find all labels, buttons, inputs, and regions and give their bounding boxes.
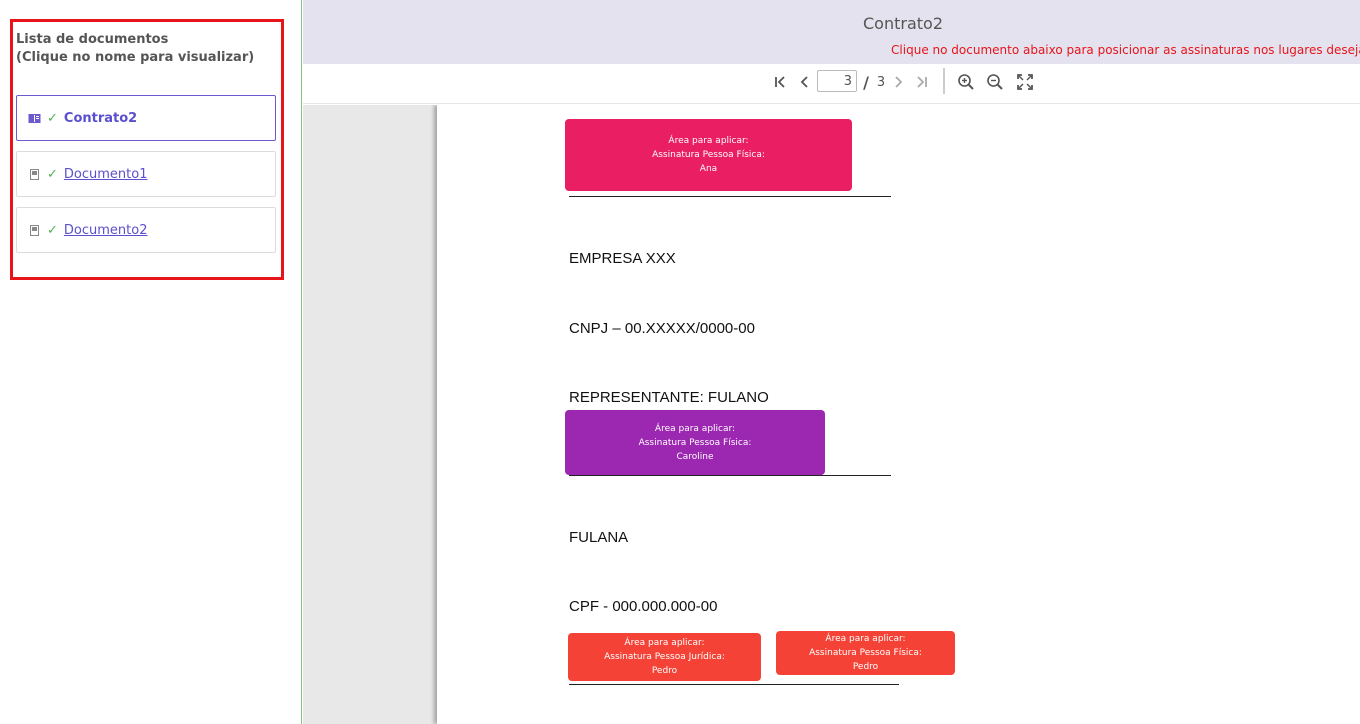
signature-area-signer: Ana (699, 164, 718, 174)
signature-area-type: Assinatura Pessoa Física: (809, 648, 922, 658)
signature-area-label: Área para aplicar: (654, 423, 736, 434)
document-list-hint: (Clique no nome para visualizar) (16, 50, 255, 65)
check-icon: ✓ (47, 222, 58, 238)
document-list-title: Lista de documentos (Clique no nome para… (16, 31, 276, 67)
document-item-label[interactable]: Contrato2 (64, 111, 137, 126)
page-text-line: CPF - 000.000.000-00 (569, 598, 718, 615)
signature-line (569, 684, 899, 685)
zoom-out-icon (987, 74, 1003, 90)
document-item-label[interactable]: Documento2 (64, 223, 148, 238)
signature-area-label: Área para aplicar: (825, 634, 906, 644)
open-book-icon (28, 113, 41, 123)
zoom-in-icon (958, 74, 974, 90)
total-pages: 3 (876, 74, 886, 90)
signature-area-label: Área para aplicar: (668, 136, 749, 146)
document-item-documento1[interactable]: ✓ Documento1 (16, 151, 276, 197)
next-page-button[interactable] (890, 70, 906, 94)
signature-area-pedro-fisica[interactable]: Área para aplicar: Assinatura Pessoa Fís… (776, 631, 955, 675)
signature-line (569, 475, 891, 476)
document-item-documento2[interactable]: ✓ Documento2 (16, 207, 276, 253)
last-page-icon (917, 76, 927, 88)
instruction-text: Clique no documento abaixo para posicion… (891, 43, 1360, 57)
signature-area-caroline[interactable]: Área para aplicar: Assinatura Pessoa Fís… (565, 410, 825, 475)
signature-area-type: Assinatura Pessoa Física: (638, 437, 752, 448)
document-list-panel: Lista de documentos (Clique no nome para… (10, 19, 284, 280)
pdf-page[interactable]: EMPRESA XXX CNPJ – 00.XXXXX/0000-00 REPR… (437, 105, 1360, 724)
signature-area-type: Assinatura Pessoa Jurídica: (604, 652, 725, 662)
zoom-out-button[interactable] (984, 70, 1006, 94)
signature-area-type: Assinatura Pessoa Física: (652, 150, 765, 160)
signature-area-signer: Caroline (676, 451, 714, 462)
document-title: Contrato2 (863, 14, 943, 33)
document-list-heading: Lista de documentos (16, 32, 169, 47)
next-page-icon (895, 76, 903, 88)
document-header: Contrato2 Clique no documento abaixo par… (303, 0, 1360, 64)
previous-page-icon (800, 76, 808, 88)
page-text-line: CNPJ – 00.XXXXX/0000-00 (569, 320, 755, 337)
document-item-label[interactable]: Documento1 (64, 167, 148, 182)
document-item-contrato2[interactable]: ✓ Contrato2 (16, 95, 276, 141)
signature-area-signer: Pedro (651, 666, 678, 676)
signature-line (569, 196, 891, 197)
page-number-input[interactable] (817, 70, 857, 92)
last-page-button[interactable] (911, 70, 931, 94)
page-text-line: REPRESENTANTE: FULANO (569, 389, 769, 406)
fullscreen-icon (1017, 74, 1033, 90)
fullscreen-button[interactable] (1014, 70, 1036, 94)
pdf-toolbar: / 3 (303, 64, 1360, 104)
document-icon (30, 168, 39, 180)
app-root: Lista de documentos (Clique no nome para… (0, 0, 1360, 724)
page-text-line: EMPRESA XXX (569, 250, 676, 267)
first-page-icon (775, 76, 785, 88)
zoom-in-button[interactable] (955, 70, 977, 94)
pdf-viewer[interactable]: EMPRESA XXX CNPJ – 00.XXXXX/0000-00 REPR… (303, 105, 1360, 724)
previous-page-button[interactable] (795, 70, 815, 94)
page-separator: / (863, 72, 869, 92)
check-icon: ✓ (47, 166, 58, 182)
signature-area-ana[interactable]: Área para aplicar: Assinatura Pessoa Fís… (565, 119, 852, 191)
first-page-button[interactable] (771, 70, 791, 94)
signature-area-signer: Pedro (852, 662, 879, 672)
sidebar: Lista de documentos (Clique no nome para… (0, 0, 302, 724)
signature-area-pedro-juridica[interactable]: Área para aplicar: Assinatura Pessoa Jur… (568, 633, 761, 681)
page-text-line: FULANA (569, 529, 629, 546)
document-icon (30, 224, 39, 236)
toolbar-divider (943, 68, 945, 94)
signature-area-label: Área para aplicar: (624, 638, 705, 648)
check-icon: ✓ (47, 110, 58, 126)
